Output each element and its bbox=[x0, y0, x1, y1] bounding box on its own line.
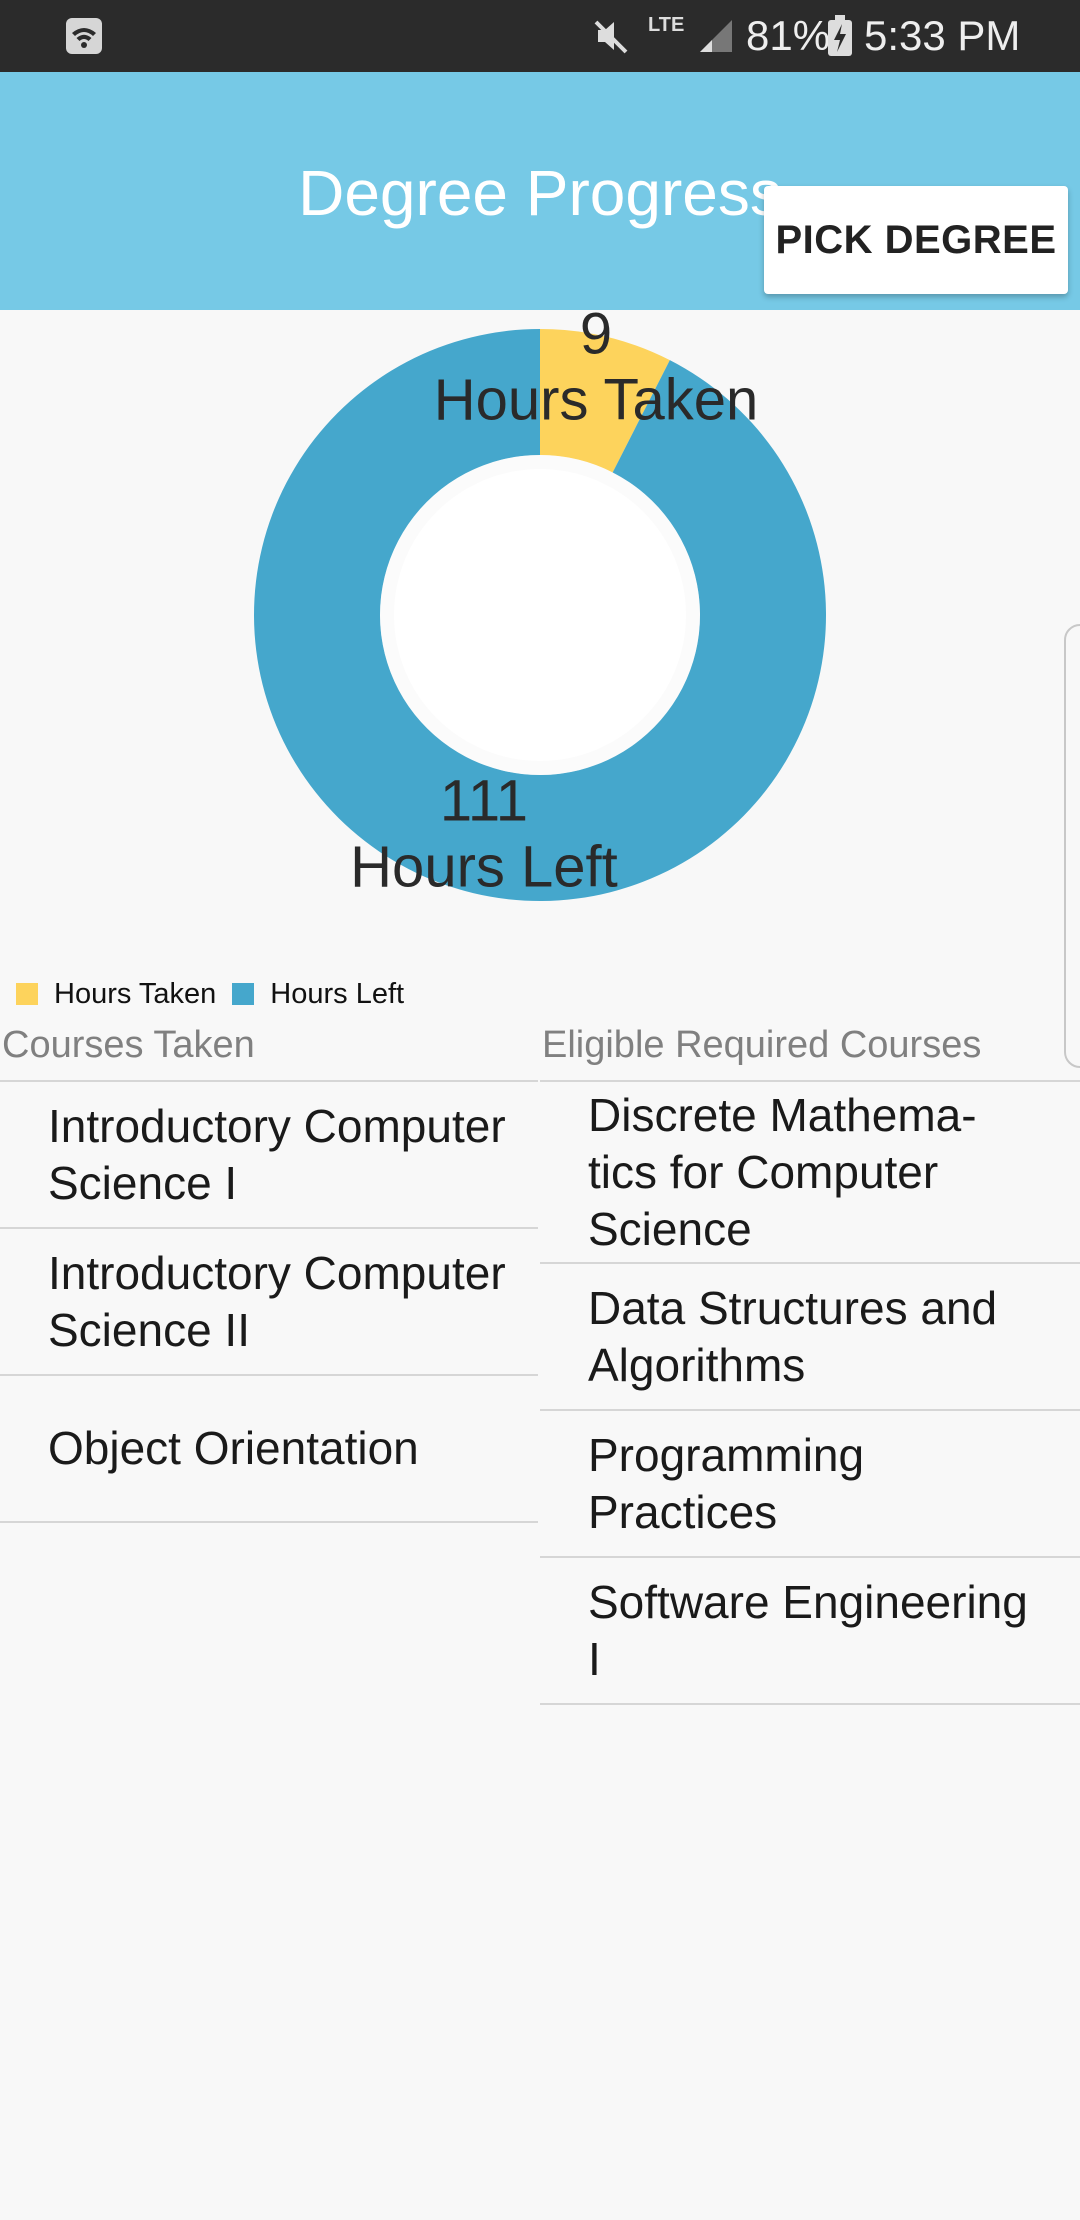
course-title: Programming Practices bbox=[588, 1428, 865, 1538]
legend-label: Hours Taken bbox=[54, 977, 217, 1010]
clock: 5:33 PM bbox=[864, 12, 1021, 59]
side-drawer-handle[interactable] bbox=[1064, 624, 1080, 1068]
app-bar: Degree Progress PICK DEGREE bbox=[0, 72, 1080, 310]
course-title: Software Engineering I bbox=[588, 1575, 1028, 1685]
course-title: Object Orientation bbox=[48, 1422, 419, 1474]
legend-swatch bbox=[16, 983, 38, 1005]
courses-taken-item[interactable]: Introductory Computer Science I bbox=[0, 1082, 538, 1229]
slice-name-label-hours-taken: Hours Taken bbox=[434, 368, 759, 433]
course-title: Data Structures and Algorithms bbox=[588, 1281, 998, 1391]
courses-taken-header: Courses Taken bbox=[2, 1024, 255, 1066]
slice-value-label-hours-taken: 9 bbox=[580, 310, 612, 367]
eligible-course-item[interactable]: Data Structures and Algorithms bbox=[540, 1264, 1080, 1411]
chart-legend: Hours Taken Hours Left bbox=[16, 976, 420, 1012]
legend-item: Hours Left bbox=[232, 978, 404, 1011]
pick-degree-button[interactable]: PICK DEGREE bbox=[764, 186, 1068, 294]
wifi-icon bbox=[66, 18, 102, 54]
eligible-course-item[interactable]: Programming Practices bbox=[540, 1411, 1080, 1558]
course-title: Introductory Computer Science I bbox=[48, 1099, 506, 1209]
courses-taken-item[interactable]: Introductory Computer Science II bbox=[0, 1229, 538, 1376]
course-title: Introductory Computer Science II bbox=[48, 1246, 506, 1356]
slice-value-label-hours-left: 111 bbox=[440, 768, 528, 833]
signal-icon bbox=[700, 20, 732, 52]
battery-percent: 81% bbox=[746, 12, 831, 59]
legend-item: Hours Taken bbox=[16, 978, 216, 1011]
courses-taken-item[interactable]: Object Orientation bbox=[0, 1376, 538, 1523]
eligible-course-item[interactable]: Discrete Mathema-tics for Computer Scien… bbox=[540, 1082, 1080, 1264]
status-bar: LTE 81% 5:33 PM bbox=[0, 0, 1080, 72]
course-title: Discrete Mathema-tics for Computer Scien… bbox=[588, 1088, 977, 1255]
donut-hole bbox=[394, 469, 686, 761]
slice-name-label-hours-left: Hours Left bbox=[350, 834, 618, 899]
courses-taken-list: Introductory Computer Science I Introduc… bbox=[0, 1080, 538, 1523]
eligible-course-item[interactable]: Software Engineering I bbox=[540, 1558, 1080, 1705]
eligible-courses-header: Eligible Required Courses bbox=[542, 1024, 982, 1066]
legend-swatch bbox=[232, 983, 255, 1005]
battery-charging-icon bbox=[828, 15, 852, 56]
network-type-label: LTE bbox=[648, 14, 685, 36]
mute-icon bbox=[594, 20, 628, 54]
degree-progress-donut-chart[interactable]: 9Hours Taken 111Hours Left bbox=[0, 310, 1080, 930]
legend-label: Hours Left bbox=[270, 977, 405, 1010]
eligible-courses-list: Discrete Mathema-tics for Computer Scien… bbox=[540, 1080, 1080, 1705]
